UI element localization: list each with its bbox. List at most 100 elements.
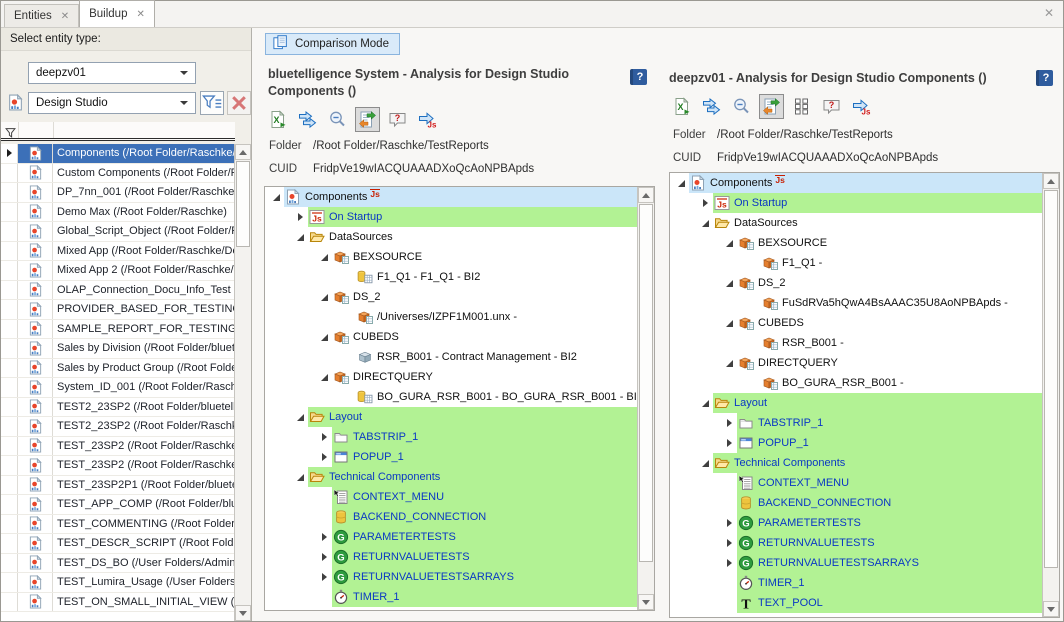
excel-export-button[interactable]: X [669, 94, 694, 119]
entity-row[interactable]: Sales by Product Group (/Root Folder [1, 359, 235, 379]
scrollbar-thumb[interactable] [236, 161, 250, 247]
entity-row[interactable]: TEST_23SP2 (/Root Folder/Raschke/D [1, 437, 235, 457]
tree-node[interactable]: ComponentsJs [670, 173, 1042, 193]
tab-entities[interactable]: Entities✕ [4, 4, 79, 27]
tree-node[interactable]: FuSdRVa5hQwA4BsAAAC35U8AoNPBApds - [670, 293, 1042, 313]
expand-arrow-icon[interactable] [722, 320, 737, 327]
tree-node[interactable]: DS_2 [265, 287, 637, 307]
expand-arrow-icon[interactable] [698, 460, 713, 467]
tree-node[interactable]: GPARAMETERTESTS [670, 513, 1042, 533]
close-icon[interactable]: ✕ [1044, 7, 1054, 19]
entity-row[interactable]: SAMPLE_REPORT_FOR_TESTING_M ( [1, 320, 235, 340]
scroll-down-icon[interactable] [1043, 601, 1059, 617]
tree-node[interactable]: POPUP_1 [265, 447, 637, 467]
entity-row[interactable]: TEST_DESCR_SCRIPT (/Root Folder/F [1, 534, 235, 554]
entity-row[interactable]: TEST_23SP2P1 (/Root Folder/bluetelli [1, 476, 235, 496]
tree-node[interactable]: DIRECTQUERY [265, 367, 637, 387]
tree-node[interactable]: JsOn Startup [265, 207, 637, 227]
collapse-arrow-icon[interactable] [722, 419, 737, 427]
tree-node[interactable]: GRETURNVALUETESTS [670, 533, 1042, 553]
tree-node[interactable]: Layout [265, 407, 637, 427]
transfer-button[interactable] [295, 107, 320, 132]
entity-row[interactable]: TEST_ON_SMALL_INITIAL_VIEW (/Ro [1, 593, 235, 613]
tree-node[interactable]: F1_Q1 - F1_Q1 - BI2 [265, 267, 637, 287]
collapse-arrow-icon[interactable] [317, 433, 332, 441]
tree-node[interactable]: DataSources [670, 213, 1042, 233]
tree-node[interactable]: Technical Components [670, 453, 1042, 473]
tree-node[interactable]: ComponentsJs [265, 187, 637, 207]
tree-node[interactable]: RSR_B001 - [670, 333, 1042, 353]
tree-node[interactable]: JsOn Startup [670, 193, 1042, 213]
tree-node[interactable]: Technical Components [265, 467, 637, 487]
entity-row[interactable]: TEST_Lumira_Usage (/User Folders/A [1, 573, 235, 593]
comment-question-button[interactable]: ? [819, 94, 844, 119]
entity-list-scrollbar[interactable] [234, 144, 251, 621]
transfer-button[interactable] [699, 94, 724, 119]
expand-arrow-icon[interactable] [293, 474, 308, 481]
compare-refresh-button[interactable] [355, 107, 380, 132]
tree-node[interactable]: CONTEXT_MENU [265, 487, 637, 507]
entity-row[interactable]: Mixed App 2 (/Root Folder/Raschke/D [1, 261, 235, 281]
collapse-arrow-icon[interactable] [722, 559, 737, 567]
expand-arrow-icon[interactable] [698, 220, 713, 227]
help-icon[interactable]: ? [1036, 70, 1053, 86]
expand-arrow-icon[interactable] [674, 180, 689, 187]
collapse-arrow-icon[interactable] [317, 553, 332, 561]
tree-node[interactable]: DIRECTQUERY [670, 353, 1042, 373]
scrollbar-thumb[interactable] [1044, 190, 1058, 568]
expand-arrow-icon[interactable] [698, 400, 713, 407]
right-tree-scrollbar[interactable] [1042, 173, 1059, 617]
tree-node[interactable]: BACKEND_CONNECTION [670, 493, 1042, 513]
tab-close-icon[interactable]: ✕ [61, 11, 69, 22]
comment-question-button[interactable]: ? [385, 107, 410, 132]
tree-node[interactable]: TIMER_1 [265, 587, 637, 607]
collapse-arrow-icon[interactable] [293, 213, 308, 221]
tree-node[interactable]: CUBEDS [670, 313, 1042, 333]
entity-row[interactable]: TEST2_23SP2 (/Root Folder/Raschke, [1, 417, 235, 437]
clear-filter-button[interactable] [227, 91, 251, 115]
entity-row[interactable]: Mixed App (/Root Folder/Raschke/De [1, 242, 235, 262]
tree-node[interactable]: TABSTRIP_1 [265, 427, 637, 447]
scrollbar-thumb[interactable] [639, 204, 653, 562]
tab-close-icon[interactable]: ✕ [136, 9, 144, 20]
scroll-up-icon[interactable] [1043, 173, 1059, 189]
tree-node[interactable]: BEXSOURCE [670, 233, 1042, 253]
filter-button[interactable] [200, 91, 224, 115]
entity-row[interactable]: OLAP_Connection_Docu_Info_Test (/ [1, 281, 235, 301]
entity-row[interactable]: PROVIDER_BASED_FOR_TESTING (/F [1, 300, 235, 320]
tree-node[interactable]: GRETURNVALUETESTS [265, 547, 637, 567]
collapse-arrow-icon[interactable] [317, 533, 332, 541]
tree-node[interactable]: TTEXT_POOL [670, 593, 1042, 613]
tree-node[interactable]: POPUP_1 [670, 433, 1042, 453]
left-tree-scrollbar[interactable] [637, 187, 654, 610]
scroll-down-icon[interactable] [638, 594, 654, 610]
tree-node[interactable]: Layout [670, 393, 1042, 413]
expand-arrow-icon[interactable] [269, 194, 284, 201]
tree-node[interactable]: BACKEND_CONNECTION [265, 507, 637, 527]
tree-node[interactable]: CONTEXT_MENU [670, 473, 1042, 493]
entity-row[interactable]: TEST_DS_BO (/User Folders/Administ [1, 554, 235, 574]
system-dropdown[interactable]: deepzv01 [28, 62, 196, 84]
entity-row[interactable]: Components (/Root Folder/Raschke/Te [1, 144, 235, 164]
collapse-arrow-icon[interactable] [722, 539, 737, 547]
scroll-up-icon[interactable] [235, 144, 251, 160]
tree-node[interactable]: F1_Q1 - [670, 253, 1042, 273]
scroll-up-icon[interactable] [638, 187, 654, 203]
entity-row[interactable]: TEST2_23SP2 (/Root Folder/bluetellig [1, 398, 235, 418]
tree-node[interactable]: RSR_B001 - Contract Management - BI2 [265, 347, 637, 367]
tree-node[interactable]: GRETURNVALUETESTSARRAYS [670, 553, 1042, 573]
tab-buildup[interactable]: Buildup✕ [79, 0, 155, 27]
expand-arrow-icon[interactable] [722, 280, 737, 287]
tree-node[interactable]: BEXSOURCE [265, 247, 637, 267]
tree-node[interactable]: BO_GURA_RSR_B001 - BO_GURA_RSR_B001 - BI… [265, 387, 637, 407]
tree-node[interactable]: GPARAMETERTESTS [265, 527, 637, 547]
collapse-arrow-icon[interactable] [698, 199, 713, 207]
entity-type-dropdown[interactable]: Design Studio [28, 92, 196, 114]
expand-arrow-icon[interactable] [722, 240, 737, 247]
tree-node[interactable]: TABSTRIP_1 [670, 413, 1042, 433]
entity-row[interactable]: Custom Components (/Root Folder/Ra [1, 164, 235, 184]
js-export-button[interactable]: Js [849, 94, 874, 119]
tree-node[interactable]: DataSources [265, 227, 637, 247]
expand-arrow-icon[interactable] [317, 374, 332, 381]
zoom-out-button[interactable] [729, 94, 754, 119]
